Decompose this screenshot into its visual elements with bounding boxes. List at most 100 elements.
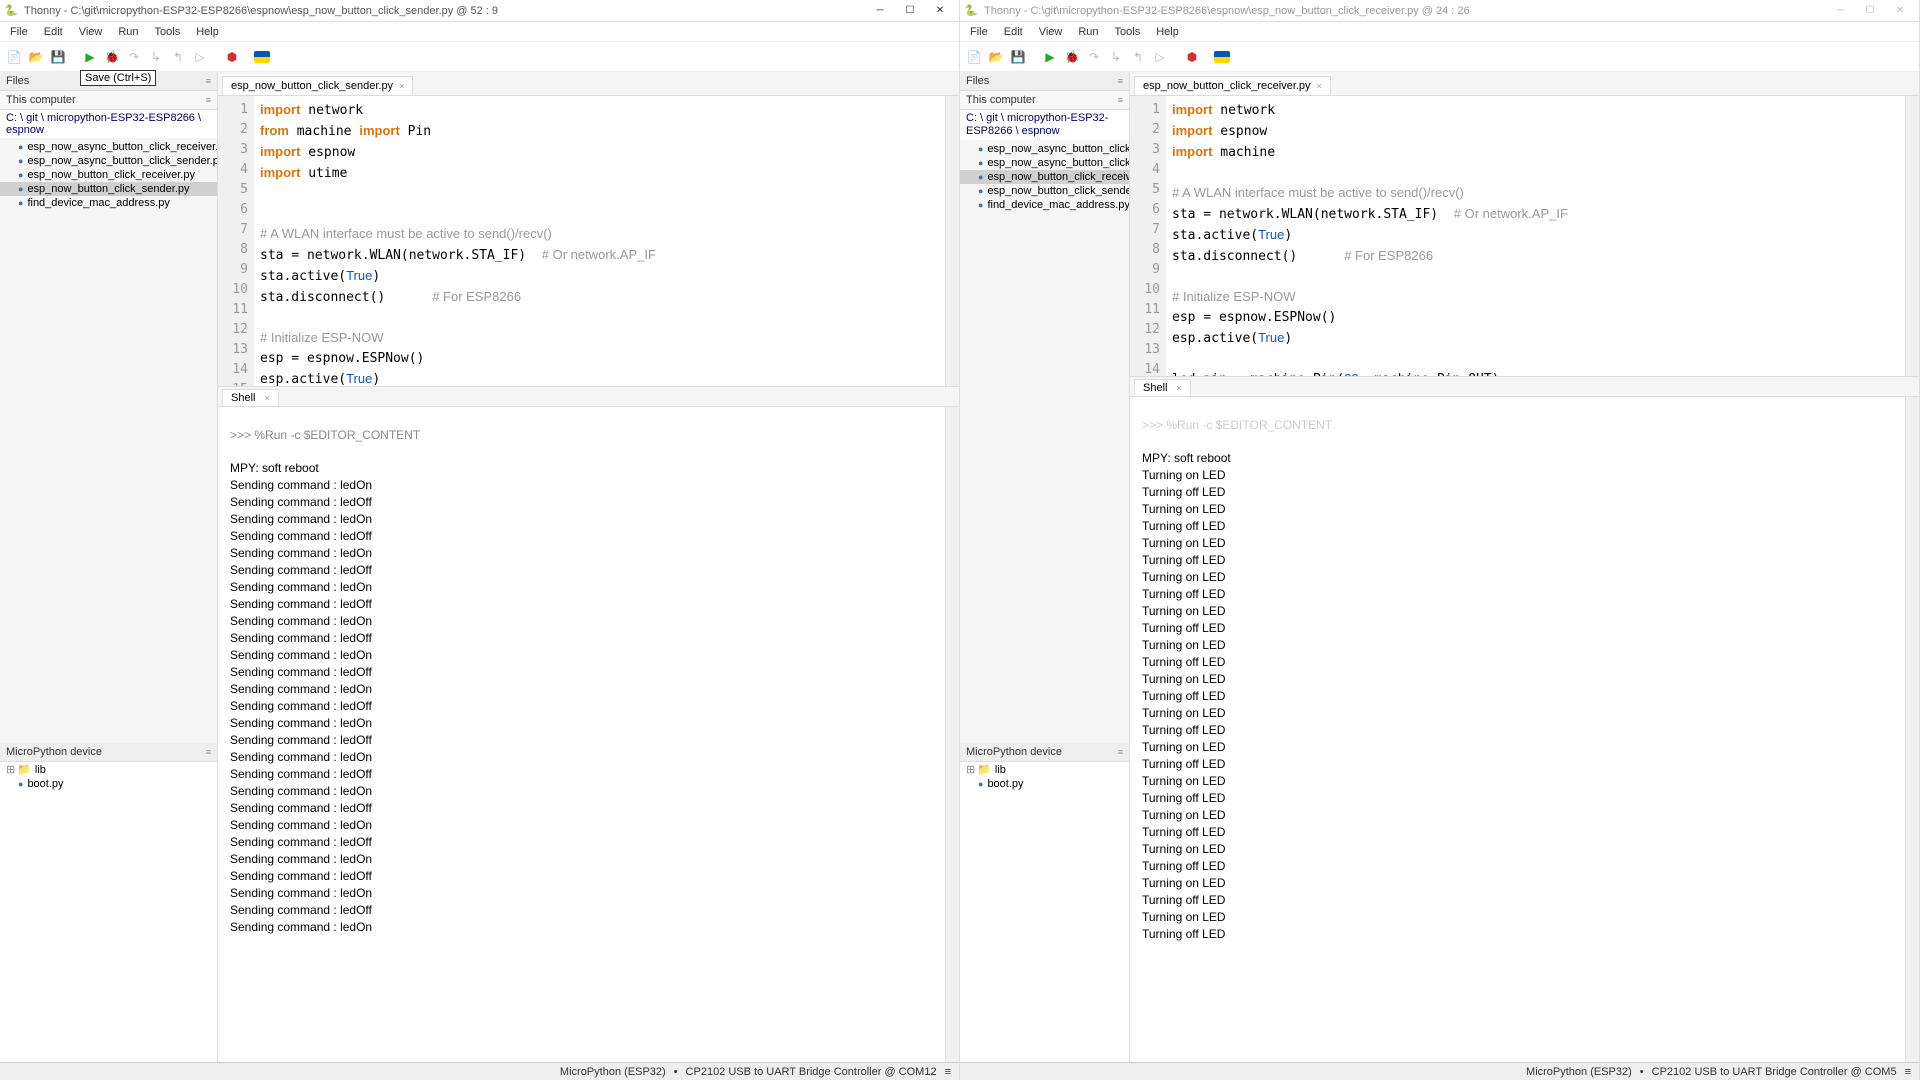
menu-help[interactable]: Help [188,24,227,40]
file-item[interactable]: ●esp_now_button_click_receiver.py [0,168,217,182]
step-over-button[interactable]: ↷ [1084,47,1104,67]
title-bar[interactable]: 🐍 Thonny - C:\git\micropython-ESP32-ESP8… [960,0,1919,22]
editor-tab[interactable]: esp_now_button_click_sender.py × [222,76,413,95]
debug-button[interactable]: 🐞 [102,47,122,67]
menu-help[interactable]: Help [1148,24,1187,40]
editor-tab[interactable]: esp_now_button_click_receiver.py × [1134,76,1331,95]
expand-icon[interactable]: ⊞ [6,763,15,776]
code-text[interactable]: import network import espnow import mach… [1166,96,1905,376]
shell-tabs: Shell × [1130,377,1919,397]
status-bar: MicroPython (ESP32) • CP2102 USB to UART… [960,1062,1919,1080]
close-button[interactable]: ✕ [1885,1,1915,21]
file-item[interactable]: ●esp_now_async_button_click_se [960,156,1129,170]
shell-tab[interactable]: Shell × [222,389,279,406]
menu-run[interactable]: Run [1070,24,1106,40]
code-text[interactable]: import network from machine import Pin i… [254,96,945,386]
open-file-button[interactable]: 📂 [986,47,1006,67]
title-bar[interactable]: 🐍 Thonny - C:\git\micropython-ESP32-ESP8… [0,0,959,22]
this-computer-header[interactable]: This computer ≡ [960,91,1129,110]
status-menu-icon[interactable]: ≡ [1905,1066,1911,1078]
file-item[interactable]: ●find_device_mac_address.py [960,198,1129,212]
minimize-button[interactable]: ─ [1825,1,1855,21]
file-item[interactable]: ●esp_now_async_button_click_receiver.py [0,140,217,154]
close-tab-icon[interactable]: × [399,81,404,91]
support-ukraine-button[interactable] [254,51,270,63]
save-file-button[interactable]: 💾 [1008,47,1028,67]
menu-view[interactable]: View [71,24,111,40]
status-interpreter[interactable]: MicroPython (ESP32) [560,1066,666,1078]
file-item[interactable]: ●boot.py [960,777,1129,791]
device-panel-header[interactable]: MicroPython device ≡ [960,743,1129,762]
panel-menu-icon[interactable]: ≡ [206,95,211,105]
tab-label: esp_now_button_click_receiver.py [1143,80,1311,92]
menu-tools[interactable]: Tools [1107,24,1149,40]
device-panel-header[interactable]: MicroPython device ≡ [0,743,217,762]
stop-button[interactable]: ⬢ [222,47,242,67]
sidebar: Files ≡ This computer ≡ C: \ git \ micro… [0,72,218,1062]
breadcrumb[interactable]: C: \ git \ micropython-ESP32-ESP8266 \ e… [0,110,217,138]
file-item[interactable]: ●esp_now_button_click_sender.py [0,182,217,196]
status-interpreter[interactable]: MicroPython (ESP32) [1526,1066,1632,1078]
menu-run[interactable]: Run [110,24,146,40]
support-ukraine-button[interactable] [1214,51,1230,63]
save-file-button[interactable]: 💾 [48,47,68,67]
file-item[interactable]: ●esp_now_async_button_click_re [960,142,1129,156]
close-button[interactable]: ✕ [925,1,955,21]
editor-scrollbar[interactable] [945,96,959,386]
close-tab-icon[interactable]: × [1317,81,1322,91]
file-item[interactable]: ●esp_now_button_click_receiver. [960,170,1129,184]
python-file-icon: ● [18,779,23,789]
close-shell-icon[interactable]: × [1177,383,1182,393]
breadcrumb[interactable]: C: \ git \ micropython-ESP32-ESP8266 \ e… [960,110,1129,140]
debug-button[interactable]: 🐞 [1062,47,1082,67]
menu-view[interactable]: View [1031,24,1071,40]
editor-scrollbar[interactable] [1905,96,1919,376]
shell-output[interactable]: >>> %Run -c $EDITOR_CONTENT MPY: soft re… [218,407,959,1062]
menu-file[interactable]: File [962,24,996,40]
run-button[interactable]: ▶ [1040,47,1060,67]
shell-output[interactable]: >>> %Run -c $EDITOR_CONTENT MPY: soft re… [1130,397,1919,1062]
new-file-button[interactable]: 📄 [964,47,984,67]
panel-menu-icon[interactable]: ≡ [1118,95,1123,105]
minimize-button[interactable]: ─ [865,1,895,21]
folder-item[interactable]: ⊞📁lib [0,762,217,777]
maximize-button[interactable]: ☐ [895,1,925,21]
step-into-button[interactable]: ↳ [146,47,166,67]
menu-edit[interactable]: Edit [996,24,1031,40]
file-item[interactable]: ●boot.py [0,777,217,791]
maximize-button[interactable]: ☐ [1855,1,1885,21]
panel-options-icon[interactable]: ≡ [1118,76,1123,86]
stop-button[interactable]: ⬢ [1182,47,1202,67]
status-port[interactable]: CP2102 USB to UART Bridge Controller @ C… [1652,1066,1897,1078]
file-item[interactable]: ●find_device_mac_address.py [0,196,217,210]
status-menu-icon[interactable]: ≡ [945,1066,951,1078]
panel-menu-icon[interactable]: ≡ [206,747,211,757]
file-item[interactable]: ●esp_now_async_button_click_sender.py [0,154,217,168]
close-shell-icon[interactable]: × [265,393,270,403]
this-computer-header[interactable]: This computer ≡ [0,91,217,110]
new-file-button[interactable]: 📄 [4,47,24,67]
step-over-button[interactable]: ↷ [124,47,144,67]
step-out-button[interactable]: ↰ [168,47,188,67]
shell-tab[interactable]: Shell × [1134,379,1191,396]
resume-button[interactable]: ▷ [1150,47,1170,67]
code-editor[interactable]: 123456789101112131415161718 import netwo… [1130,96,1919,376]
step-out-button[interactable]: ↰ [1128,47,1148,67]
expand-icon[interactable]: ⊞ [966,763,975,776]
panel-menu-icon[interactable]: ≡ [1118,747,1123,757]
open-file-button[interactable]: 📂 [26,47,46,67]
run-button[interactable]: ▶ [80,47,100,67]
step-into-button[interactable]: ↳ [1106,47,1126,67]
menu-edit[interactable]: Edit [36,24,71,40]
shell-scrollbar[interactable] [945,407,959,1062]
resume-button[interactable]: ▷ [190,47,210,67]
panel-options-icon[interactable]: ≡ [206,76,211,86]
files-panel-header[interactable]: Files ≡ [960,72,1129,91]
shell-scrollbar[interactable] [1905,397,1919,1062]
code-editor[interactable]: 12345678910111213141516171819 import net… [218,96,959,386]
folder-item[interactable]: ⊞📁lib [960,762,1129,777]
status-port[interactable]: CP2102 USB to UART Bridge Controller @ C… [686,1066,937,1078]
file-item[interactable]: ●esp_now_button_click_sender.p [960,184,1129,198]
menu-tools[interactable]: Tools [147,24,189,40]
menu-file[interactable]: File [2,24,36,40]
